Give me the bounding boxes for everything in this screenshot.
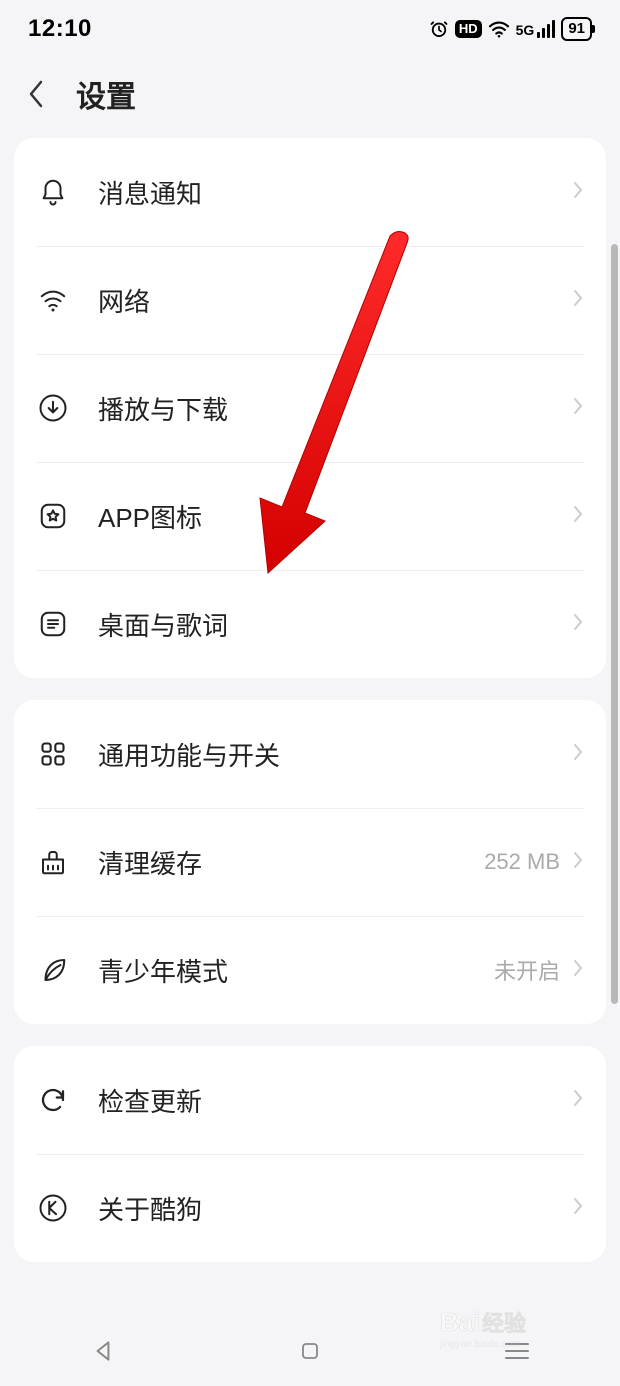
status-time: 12:10 xyxy=(28,15,92,43)
chevron-right-icon xyxy=(572,180,584,205)
chevron-right-icon xyxy=(572,850,584,875)
settings-content: 消息通知 网络 播放与下载 APP图标 xyxy=(0,138,620,1262)
nav-back-button[interactable] xyxy=(63,1331,143,1371)
row-label: 播放与下载 xyxy=(98,390,572,427)
battery-icon: 91 xyxy=(561,17,592,41)
hd-badge-icon: HD xyxy=(455,20,482,38)
chevron-right-icon xyxy=(572,504,584,529)
row-desktop-lyrics[interactable]: 桌面与歌词 xyxy=(14,570,606,678)
system-navbar xyxy=(0,1316,620,1386)
row-check-update[interactable]: 检查更新 xyxy=(14,1046,606,1154)
row-youth-mode[interactable]: 青少年模式 未开启 xyxy=(14,916,606,1024)
chevron-right-icon xyxy=(572,958,584,983)
refresh-icon xyxy=(36,1083,70,1117)
settings-group: 消息通知 网络 播放与下载 APP图标 xyxy=(14,138,606,678)
leaf-icon xyxy=(36,953,70,987)
row-network[interactable]: 网络 xyxy=(14,246,606,354)
k-circle-icon xyxy=(36,1191,70,1225)
settings-group: 通用功能与开关 清理缓存 252 MB 青少年模式 未开启 xyxy=(14,700,606,1024)
alarm-icon xyxy=(429,19,449,39)
nav-recent-button[interactable] xyxy=(477,1331,557,1371)
chevron-right-icon xyxy=(572,288,584,313)
row-clear-cache[interactable]: 清理缓存 252 MB xyxy=(14,808,606,916)
grid-icon xyxy=(36,737,70,771)
back-button[interactable] xyxy=(20,78,52,110)
nav-home-button[interactable] xyxy=(270,1331,350,1371)
row-value: 252 MB xyxy=(484,849,560,875)
wifi-icon xyxy=(36,283,70,317)
signal-5g-icon: 5G xyxy=(516,20,556,38)
row-label: 网络 xyxy=(98,282,572,319)
battery-level: 91 xyxy=(568,20,585,37)
row-value: 未开启 xyxy=(494,954,560,986)
row-app-icon[interactable]: APP图标 xyxy=(14,462,606,570)
chevron-right-icon xyxy=(572,612,584,637)
chevron-right-icon xyxy=(572,1088,584,1113)
row-notifications[interactable]: 消息通知 xyxy=(14,138,606,246)
chevron-right-icon xyxy=(572,396,584,421)
chevron-right-icon xyxy=(572,1196,584,1221)
star-square-icon xyxy=(36,499,70,533)
scrollbar[interactable] xyxy=(611,244,618,1004)
row-label: 通用功能与开关 xyxy=(98,736,572,773)
settings-group: 检查更新 关于酷狗 xyxy=(14,1046,606,1262)
row-playback-download[interactable]: 播放与下载 xyxy=(14,354,606,462)
row-label: 检查更新 xyxy=(98,1082,572,1119)
list-square-icon xyxy=(36,607,70,641)
page-header: 设置 xyxy=(0,58,620,138)
download-icon xyxy=(36,391,70,425)
bell-icon xyxy=(36,175,70,209)
broom-icon xyxy=(36,845,70,879)
status-icons: HD 5G 91 xyxy=(429,17,592,41)
row-label: APP图标 xyxy=(98,498,572,535)
row-label: 青少年模式 xyxy=(98,952,494,989)
row-label: 消息通知 xyxy=(98,174,572,211)
wifi-icon xyxy=(488,20,510,38)
signal-label: 5G xyxy=(516,22,535,38)
status-bar: 12:10 HD 5G 91 xyxy=(0,0,620,58)
chevron-right-icon xyxy=(572,742,584,767)
row-label: 清理缓存 xyxy=(98,844,484,881)
row-label: 关于酷狗 xyxy=(98,1190,572,1227)
row-label: 桌面与歌词 xyxy=(98,606,572,643)
row-about-kugou[interactable]: 关于酷狗 xyxy=(14,1154,606,1262)
page-title: 设置 xyxy=(76,72,136,116)
row-general-switches[interactable]: 通用功能与开关 xyxy=(14,700,606,808)
